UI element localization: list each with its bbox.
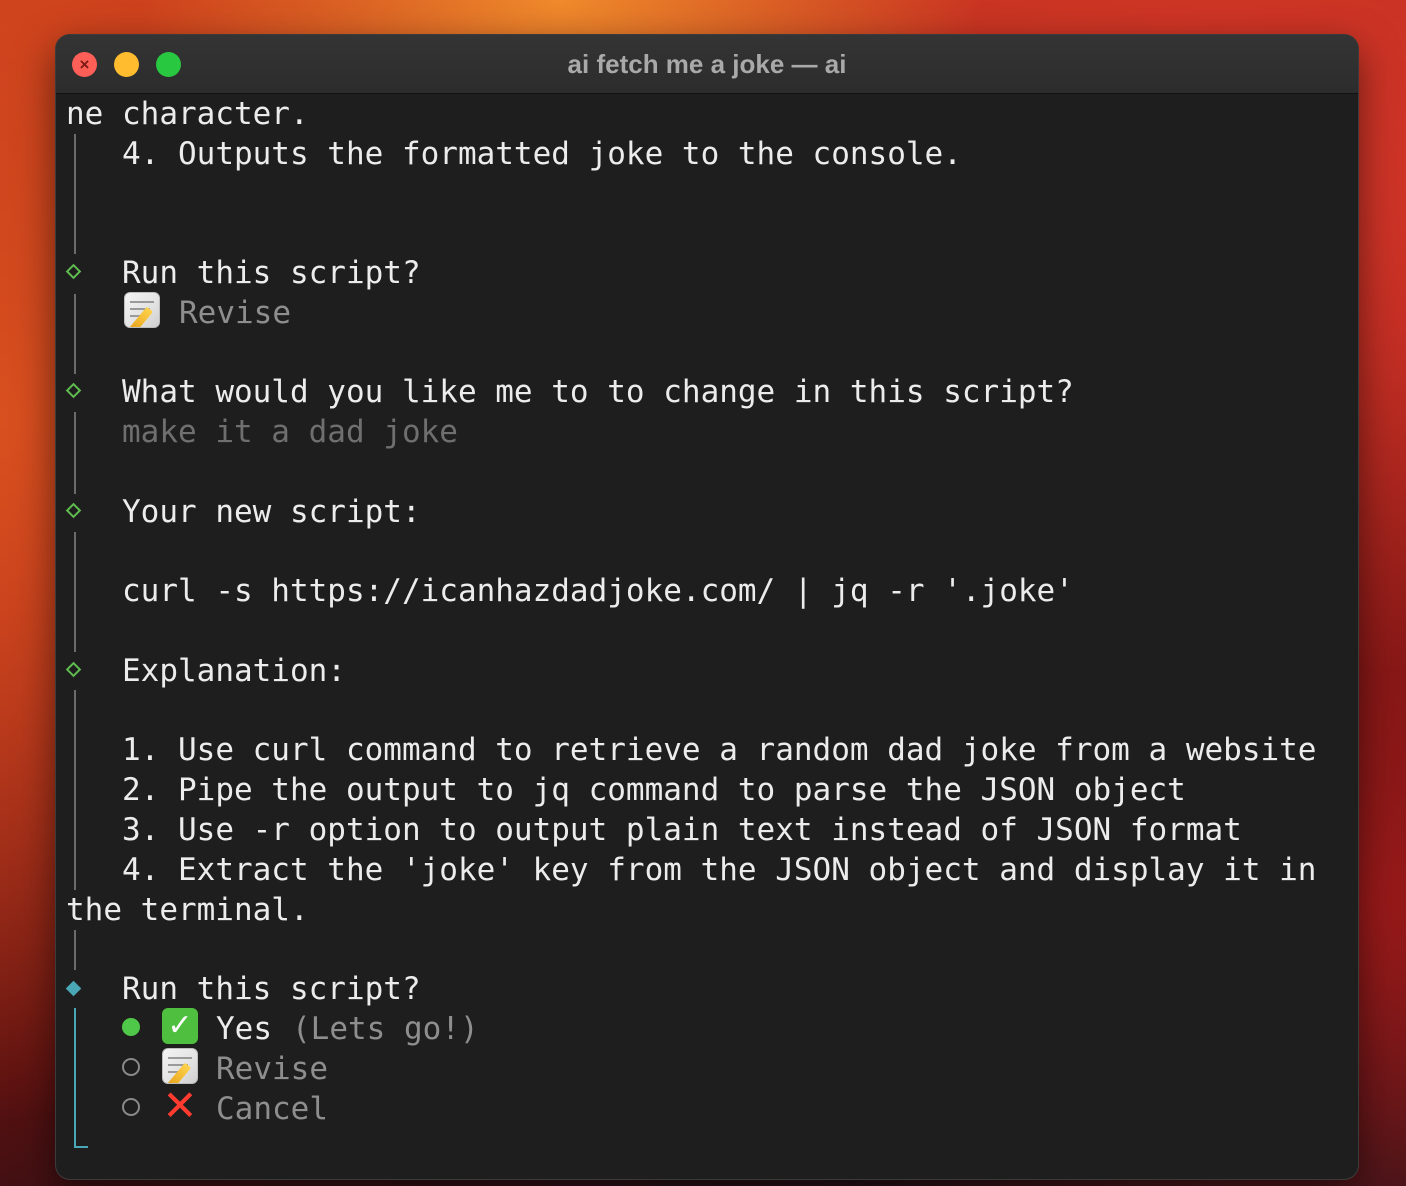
section-heading: Your new script: <box>122 494 421 530</box>
prompt-question: What would you like me to to change in t… <box>122 374 1074 410</box>
terminal-content[interactable]: ne character. 4. Outputs the formatted j… <box>56 94 1358 1179</box>
prompt-rail <box>74 294 76 374</box>
prompt-answer: Revise <box>179 295 291 331</box>
radio-unselected-icon <box>122 1098 140 1116</box>
active-step-icon <box>65 980 82 997</box>
memo-icon <box>124 292 160 328</box>
radio-selected-icon <box>122 1018 140 1036</box>
active-prompt-rail <box>74 1008 76 1148</box>
prompt-answer: make it a dad joke <box>122 414 458 450</box>
title-bar: × ai fetch me a joke — ai <box>56 35 1358 94</box>
prompt-rail <box>74 532 76 652</box>
prompt-rail <box>74 134 76 254</box>
explanation-step: 3. Use -r option to output plain text in… <box>122 812 1242 848</box>
terminal-window: × ai fetch me a joke — ai ne character. … <box>56 35 1358 1179</box>
completed-step-icon <box>65 502 82 519</box>
active-prompt-rail-end <box>74 1146 88 1148</box>
prompt-question: Run this script? <box>122 971 421 1007</box>
completed-step-icon <box>65 263 82 280</box>
window-title: ai fetch me a joke — ai <box>567 49 847 79</box>
prompt-rail <box>74 930 76 970</box>
completed-step-icon <box>65 382 82 399</box>
prompt-rail <box>74 412 76 494</box>
explanation-step: 2. Pipe the output to jq command to pars… <box>122 772 1186 808</box>
cross-mark-icon: ✕ <box>162 1081 198 1130</box>
option-label: Cancel <box>216 1091 328 1127</box>
option-label: Yes <box>216 1011 272 1047</box>
explanation-step: 4. Extract the 'joke' key from the JSON … <box>122 852 1317 888</box>
output-line: 4. Outputs the formatted joke to the con… <box>122 136 962 172</box>
check-mark-icon: ✓ <box>162 1008 198 1044</box>
explanation-wrap: the terminal. <box>66 892 309 928</box>
prompt-rail <box>74 690 76 890</box>
section-heading: Explanation: <box>122 653 346 689</box>
prompt-question: Run this script? <box>122 255 421 291</box>
explanation-step: 1. Use curl command to retrieve a random… <box>122 732 1317 768</box>
memo-icon <box>162 1048 198 1084</box>
option-label: Revise <box>216 1051 328 1087</box>
output-line: ne character. <box>66 96 309 132</box>
option-hint: (Lets go!) <box>292 1011 479 1047</box>
completed-step-icon <box>65 661 82 678</box>
radio-unselected-icon <box>122 1058 140 1076</box>
script-command: curl -s https://icanhazdadjoke.com/ | jq… <box>122 573 1074 609</box>
